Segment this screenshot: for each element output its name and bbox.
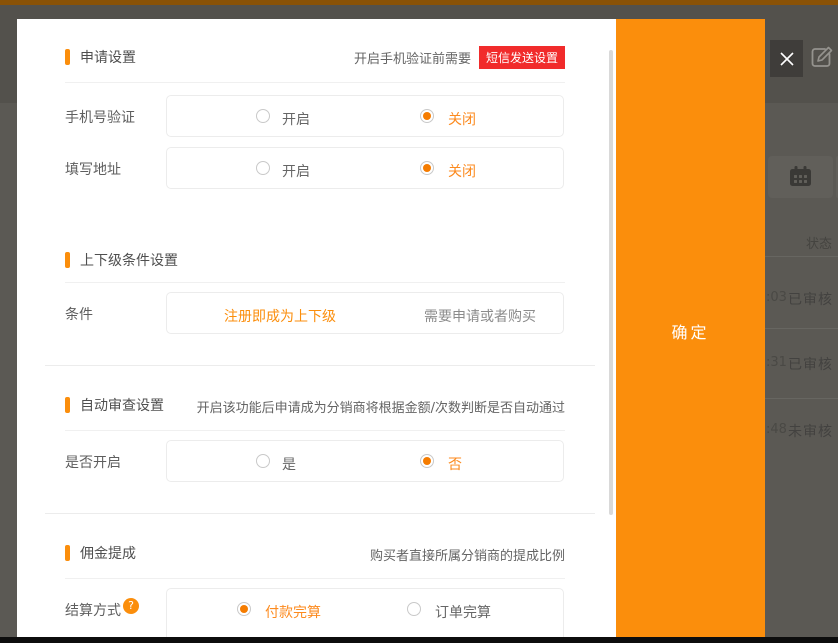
radio-address-off[interactable]: [420, 161, 434, 175]
help-icon[interactable]: ?: [123, 598, 139, 614]
row-time: :03: [766, 290, 787, 305]
row-time: :48: [766, 422, 787, 437]
modal-close-button[interactable]: [770, 40, 803, 77]
phone-verify-options: 开启 关闭: [166, 95, 564, 137]
modal-scrollbar[interactable]: [609, 50, 613, 515]
row-label-phone-verify: 手机号验证: [65, 107, 135, 127]
option-register-becomes-hierarchy[interactable]: 注册即成为上下级: [224, 306, 336, 326]
section-separator: [45, 513, 595, 514]
table-divider: [765, 256, 838, 257]
distribution-settings-modal: 申请设置 开启手机验证前需要 短信发送设置 手机号验证 开启 关闭 填写地址 开…: [17, 19, 765, 637]
bottom-edge-bar: [0, 637, 838, 643]
option-apply-or-purchase[interactable]: 需要申请或者购买: [424, 306, 536, 326]
sms-settings-badge[interactable]: 短信发送设置: [479, 46, 565, 69]
fill-address-options: 开启 关闭: [166, 147, 564, 189]
commission-note: 购买者直接所属分销商的提成比例: [65, 545, 565, 564]
close-icon: [778, 50, 796, 68]
auto-review-note: 开启该功能后申请成为分销商将根据金额/次数判断是否自动通过: [65, 397, 565, 416]
row-label-condition: 条件: [65, 304, 93, 324]
radio-label[interactable]: 关闭: [448, 109, 476, 129]
radio-label[interactable]: 否: [448, 454, 462, 474]
edit-icon: [808, 44, 836, 72]
edit-button[interactable]: [808, 44, 836, 72]
radio-label[interactable]: 开启: [282, 161, 310, 181]
table-divider: [765, 328, 838, 329]
divider: [65, 82, 565, 83]
radio-phone-verify-on[interactable]: [256, 109, 270, 123]
radio-label[interactable]: 开启: [282, 109, 310, 129]
apply-settings-note: 开启手机验证前需要 短信发送设置: [65, 46, 565, 69]
radio-enable-yes[interactable]: [256, 454, 270, 468]
date-filter-button[interactable]: [768, 156, 833, 198]
row-status: 已审核: [788, 354, 833, 374]
row-label-settlement: 结算方式: [65, 600, 121, 620]
settlement-options: 付款完算 订单完算: [166, 588, 564, 643]
radio-enable-no[interactable]: [420, 454, 434, 468]
condition-options: 注册即成为上下级 需要申请或者购买: [166, 292, 564, 334]
radio-settle-on-order[interactable]: [407, 602, 421, 616]
divider: [65, 578, 565, 579]
divider: [65, 282, 565, 283]
section-separator: [45, 365, 595, 366]
table-divider: [765, 398, 838, 399]
row-time: :31: [766, 355, 787, 370]
section-accent-bar: [65, 252, 70, 268]
radio-label[interactable]: 付款完算: [265, 602, 321, 622]
row-label-fill-address: 填写地址: [65, 159, 121, 179]
row-status: 未审核: [788, 421, 833, 441]
radio-label[interactable]: 关闭: [448, 161, 476, 181]
enable-options: 是 否: [166, 440, 564, 482]
radio-address-on[interactable]: [256, 161, 270, 175]
row-label-enable: 是否开启: [65, 452, 121, 472]
radio-phone-verify-off[interactable]: [420, 109, 434, 123]
divider: [65, 430, 565, 431]
confirm-button[interactable]: 确定: [616, 19, 765, 637]
radio-settle-on-payment[interactable]: [237, 602, 251, 616]
calendar-icon: [788, 165, 814, 189]
radio-label[interactable]: 订单完算: [435, 602, 491, 622]
screen: 状态 :03 已审核 :31 已审核 :48 未审核 申请设置 开启手机验证前需…: [0, 0, 838, 643]
radio-label[interactable]: 是: [282, 454, 296, 474]
table-column-status: 状态: [806, 233, 832, 252]
row-status: 已审核: [788, 289, 833, 309]
section-title-hierarchy: 上下级条件设置: [65, 251, 178, 268]
